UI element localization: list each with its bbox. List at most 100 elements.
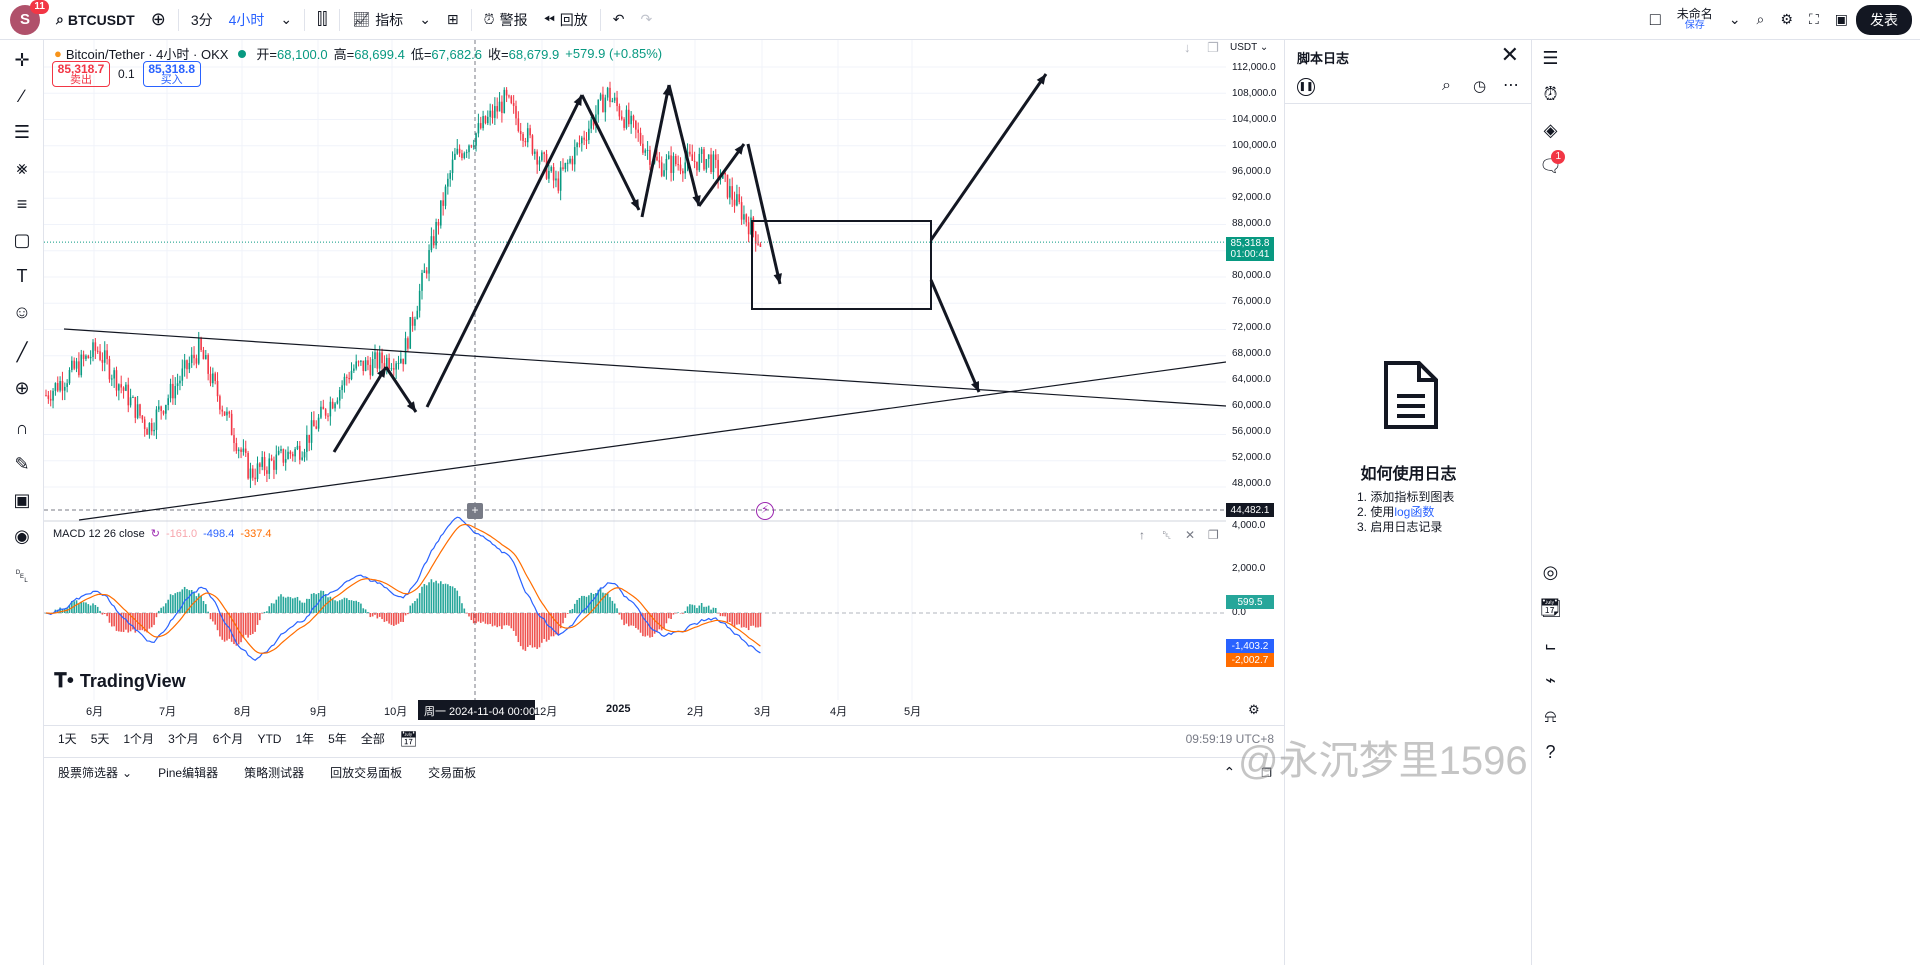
trend-line-icon[interactable]: ∕ [0,78,44,114]
fullscreen-button[interactable]: ⛶ [1801,0,1827,40]
goto-date-icon[interactable]: 📅︎ [399,730,418,748]
rectangle-icon[interactable]: ▢ [0,222,44,258]
chevron-down-icon[interactable]: ⌄ [122,766,132,780]
range-5d[interactable]: 5天 [91,730,110,747]
chevron-up-icon[interactable]: ⌃ [1224,764,1236,781]
interval-3m-button[interactable]: 3分 [183,0,221,40]
symbol-search-button[interactable]: ⌕ BTCUSDT [48,0,143,40]
candle-body [362,360,365,371]
target-icon[interactable]: ◎ [1532,554,1569,590]
magnet-icon[interactable]: ∩ [0,410,44,446]
broadcast-icon[interactable]: ⌁ [1532,662,1569,698]
axis-settings-gear-icon[interactable]: ⚙︎ [1248,702,1260,718]
layers-icon[interactable]: ◈ [1532,112,1569,148]
macd-histogram-bar [529,613,531,646]
replay-button[interactable]: ⏪︎ 回放 [536,0,596,40]
forecast-icon[interactable]: ≡ [0,186,44,222]
tab-strategy-tester[interactable]: 策略测试器 [244,764,304,781]
settings-button[interactable]: ⚙︎ [1772,0,1801,40]
alarm-icon[interactable]: ⏰︎ [1532,76,1569,112]
interval-dropdown[interactable]: ⌄ [272,0,300,40]
macd-histogram-bar [346,598,348,613]
pause-icon[interactable]: ❚❚ [1297,78,1315,96]
layout-name[interactable]: 未命名 保存 [1669,0,1721,40]
ruler-icon[interactable]: ╱ [0,334,44,370]
undo-button[interactable]: ↶ [605,0,633,40]
chart-type-button[interactable]: ⫿⫿ [309,0,335,40]
interval-4h-button[interactable]: 4小时 [221,0,273,40]
help-icon[interactable]: ? [1532,734,1569,770]
candle-body [510,96,513,104]
candle-body [200,338,202,351]
calendar-icon[interactable]: 📆︎ [1532,590,1569,626]
layout-checkbox[interactable]: □ [1642,0,1669,40]
fib-icon[interactable]: ☰ [0,114,44,150]
tab-stock-screener[interactable]: 股票筛选器 [58,764,118,781]
lock-drawing-icon[interactable]: ✎ [0,446,44,482]
candle-body [630,115,632,125]
add-pane-button[interactable]: + [467,503,483,519]
macd-move-up-icon[interactable]: ↑ [1139,528,1145,542]
trash-icon[interactable]: ␡ [0,558,44,594]
close-icon[interactable]: ✕ [1501,42,1519,68]
snapshot-button[interactable]: ▣ [1827,0,1856,40]
indicators-button[interactable]: 📈︎ 指标 [344,0,411,40]
buy-button[interactable]: 85,318.8 买入 [142,61,201,87]
range-1m[interactable]: 1个月 [123,730,154,747]
candle-body [599,94,602,100]
pane-download-icon[interactable]: ↓ [1184,40,1191,55]
macd-settings-icon[interactable]: ↻ [151,527,160,540]
redo-button[interactable]: ↷ [633,0,661,40]
history-icon[interactable]: ◷ [1473,77,1486,95]
macd-delete-icon[interactable]: ␡ [1162,528,1172,543]
macd-collapse-icon[interactable]: ✕ [1185,528,1195,542]
range-ytd[interactable]: YTD [257,732,281,746]
tab-trading-panel[interactable]: 交易面板 [428,764,476,781]
indicators-dropdown[interactable]: ⌄ [411,0,439,40]
log-function-link[interactable]: log函数 [1394,505,1434,519]
time-axis[interactable]: 6月 7月 8月 9月 10月 12月 2025 2月 3月 4月 5月 周一 2024-11-04… [44,700,1260,720]
pattern-icon[interactable]: ⨳ [0,150,44,186]
layout-dropdown[interactable]: ⌄ [1721,0,1749,40]
chat-icon[interactable]: 🗨︎ 1 [1532,148,1569,184]
compare-button[interactable]: ⊕ [143,0,174,40]
price-axis[interactable]: USDT ⌄ 112,000.0 108,000.0 104,000.0 100,00… [1226,40,1284,700]
candle-body [604,97,607,113]
user-avatar[interactable]: S 11 [10,0,49,35]
emoji-icon[interactable]: ☺︎ [0,294,44,330]
text-icon[interactable]: T [0,258,44,294]
currency-selector[interactable]: USDT ⌄ [1230,42,1268,53]
candle-body [656,156,658,161]
range-3m[interactable]: 3个月 [168,730,199,747]
range-5y[interactable]: 5年 [328,730,347,747]
crosshair-icon[interactable]: ✛ [0,42,44,78]
quick-search-button[interactable]: ⌕ [1749,0,1773,40]
candle-body [320,406,322,418]
range-1d[interactable]: 1天 [58,730,77,747]
alert-button[interactable]: ⏰︎ 警报 [476,0,536,40]
search-icon[interactable]: ⌕ [1442,77,1451,95]
zoom-in-icon[interactable]: ⊕ [0,370,44,406]
macd-histogram-bar [407,613,409,615]
event-flash-icon[interactable]: ⚡︎ [756,502,774,520]
price-label: 76,000.0 [1232,296,1271,307]
macd-title[interactable]: MACD 12 26 close [53,528,145,540]
eye-icon[interactable]: ◉ [0,518,44,554]
tab-replay-trading[interactable]: 回放交易面板 [330,764,402,781]
publish-button[interactable]: 发表 [1856,4,1912,35]
range-1y[interactable]: 1年 [295,730,314,747]
macd-maximize-icon[interactable]: ❐ [1208,528,1219,542]
watchlist-icon[interactable]: ☰ [1532,40,1569,76]
chart-pane[interactable]: ● Bitcoin/Tether · 4小时 · OKX 开=68,100.0 … [44,40,1284,755]
bell-icon[interactable]: ⍾ [1532,698,1569,734]
chart-canvas[interactable] [44,40,1226,700]
range-all[interactable]: 全部 [361,730,385,747]
pane-maximize-icon[interactable]: ❐ [1207,40,1219,56]
range-6m[interactable]: 6个月 [213,730,244,747]
more-icon[interactable]: ⋯ [1503,75,1519,95]
layout-grid-button[interactable]: ⊞ [439,0,467,40]
lock-icon[interactable]: ▣ [0,482,44,518]
chart-line-icon[interactable]: ⨽ [1532,626,1569,662]
sell-button[interactable]: 85,318.7 卖出 [52,61,110,87]
tab-pine-editor[interactable]: Pine编辑器 [158,764,218,781]
